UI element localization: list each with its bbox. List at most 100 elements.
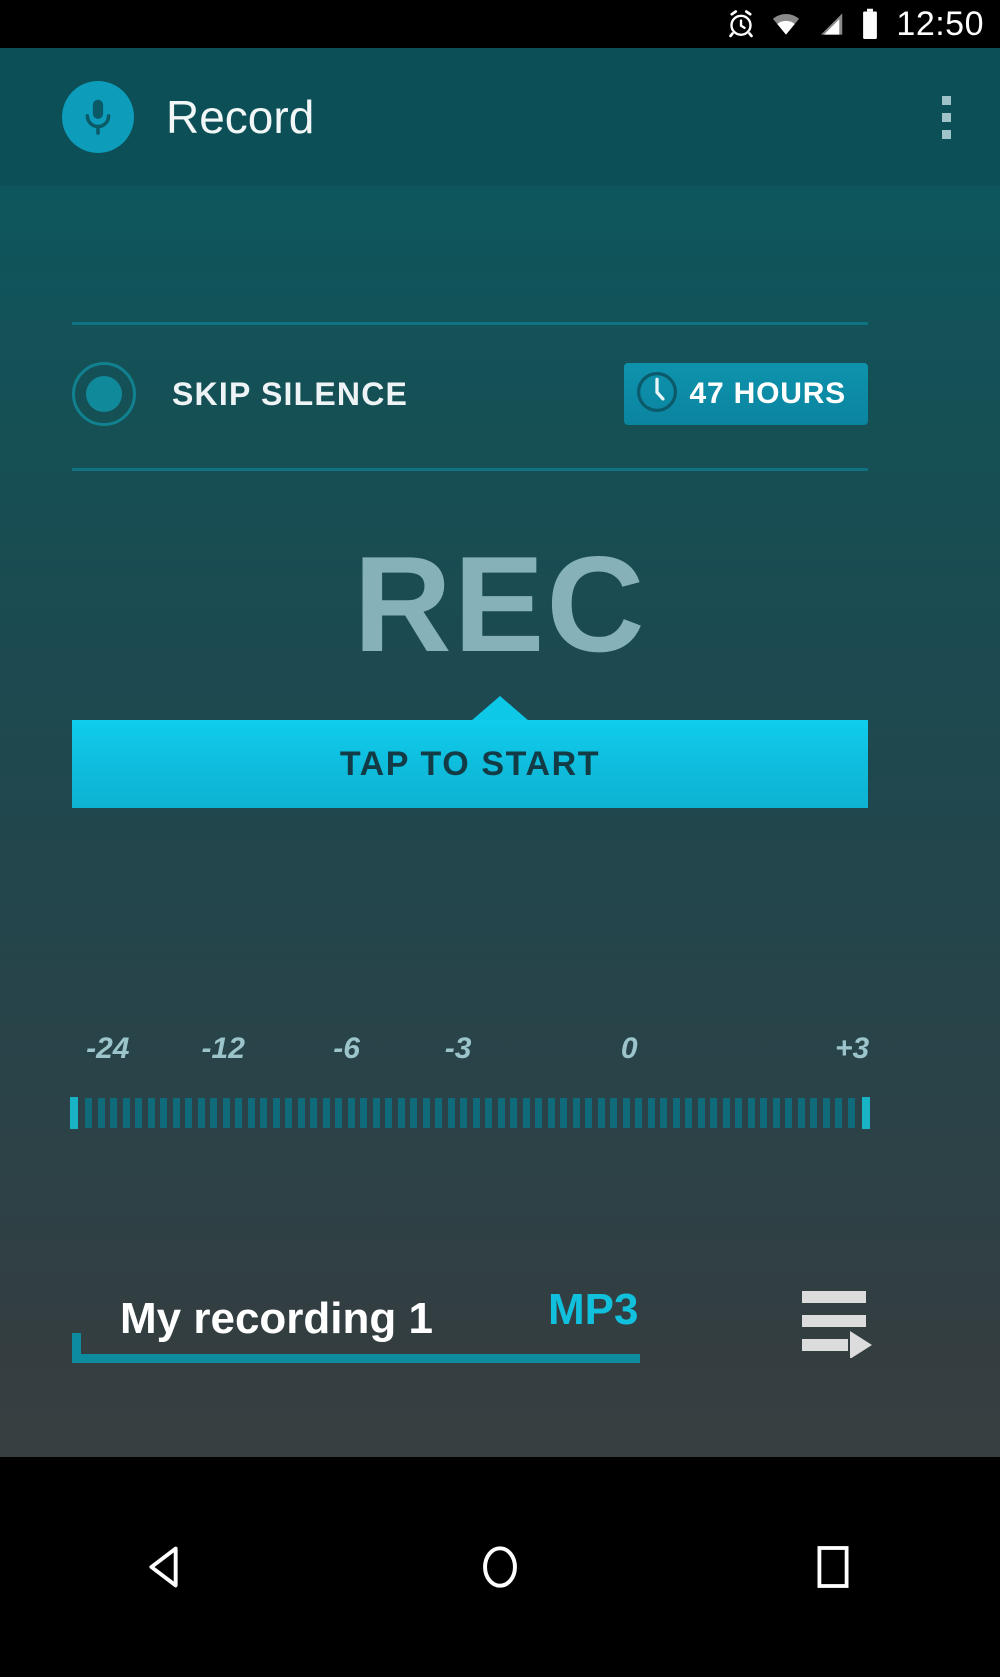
meter-scale-label: 0 xyxy=(620,1032,638,1065)
meter-tick xyxy=(535,1098,542,1128)
meter-tick xyxy=(435,1098,442,1128)
meter-end-right xyxy=(862,1097,870,1129)
meter-tick xyxy=(597,1098,605,1128)
back-triangle-icon xyxy=(149,1546,178,1588)
signal-icon xyxy=(816,9,846,39)
meter-tick xyxy=(810,1098,817,1128)
skip-silence-row: SKIP SILENCE 47 HOURS xyxy=(72,346,868,442)
meter-tick xyxy=(122,1098,130,1128)
phone-screen: 12:50 Record SKIP SILENCE 47 HOURS REC T… xyxy=(0,0,1000,1677)
battery-icon xyxy=(860,8,880,40)
tap-to-start-label: TAP TO START xyxy=(339,745,601,783)
meter-tick xyxy=(97,1098,105,1128)
status-bar: 12:50 xyxy=(0,0,1000,48)
meter-scale-label: +3 xyxy=(834,1032,870,1065)
tap-notch-icon xyxy=(471,696,529,721)
meter-tick xyxy=(772,1098,780,1128)
clock-icon xyxy=(634,369,680,420)
tap-to-start-button[interactable]: TAP TO START xyxy=(72,720,868,808)
meter-tick xyxy=(797,1098,805,1128)
divider-bottom xyxy=(72,468,868,471)
meter-tick xyxy=(222,1098,230,1128)
meter-tick xyxy=(647,1098,655,1128)
recents-square-icon xyxy=(817,1546,849,1588)
meter-tick xyxy=(172,1098,180,1128)
meter-tick xyxy=(185,1098,192,1128)
meter-tick xyxy=(672,1098,680,1128)
file-row: My recording 1 MP3 xyxy=(0,1276,1000,1386)
overflow-dot xyxy=(941,129,951,139)
meter-tick xyxy=(385,1098,392,1128)
meter-scale-label: -24 xyxy=(86,1032,130,1065)
meter-scale-label: -12 xyxy=(201,1032,245,1065)
meter-tick xyxy=(322,1098,330,1128)
meter-tick xyxy=(510,1098,517,1128)
skip-silence-toggle[interactable] xyxy=(72,362,136,426)
meter-tick xyxy=(447,1098,455,1128)
meter-tick xyxy=(585,1098,592,1128)
meter-tick xyxy=(460,1098,467,1128)
meter-tick xyxy=(397,1098,405,1128)
nav-home-button[interactable] xyxy=(333,1457,666,1677)
meter-tick xyxy=(210,1098,217,1128)
home-circle-icon xyxy=(483,1546,517,1588)
meter-tick xyxy=(485,1098,492,1128)
overflow-dot xyxy=(941,95,951,105)
nav-recents-button[interactable] xyxy=(667,1457,1000,1677)
record-status-text: REC xyxy=(353,528,647,680)
playlist-play-icon[interactable] xyxy=(800,1284,880,1359)
meter-tick xyxy=(822,1098,830,1128)
nav-back-button[interactable] xyxy=(0,1457,333,1677)
meter-tick xyxy=(835,1098,842,1128)
meter-tick xyxy=(747,1098,755,1128)
overflow-dot xyxy=(941,112,951,122)
divider-top xyxy=(72,322,868,325)
page-title: Record xyxy=(166,91,315,143)
alarm-icon xyxy=(726,9,756,39)
meter-tick xyxy=(685,1098,692,1128)
meter-tick xyxy=(472,1098,480,1128)
meter-tick xyxy=(247,1098,255,1128)
meter-tick xyxy=(522,1098,530,1128)
meter-tick xyxy=(197,1098,205,1128)
meter-tick xyxy=(372,1098,380,1128)
system-nav-bar xyxy=(0,1457,1000,1677)
meter-tick xyxy=(285,1098,292,1128)
action-bar: Record xyxy=(0,48,1000,186)
meter-tick xyxy=(235,1098,242,1128)
recorder-main: SKIP SILENCE 47 HOURS REC TAP TO START -… xyxy=(0,186,1000,1457)
status-bar-clock: 12:50 xyxy=(896,5,984,43)
toggle-indicator xyxy=(86,376,122,412)
meter-tick xyxy=(410,1098,417,1128)
wifi-icon xyxy=(770,9,802,39)
meter-tick xyxy=(622,1098,630,1128)
meter-tick xyxy=(847,1098,855,1128)
meter-tick xyxy=(272,1098,280,1128)
meter-tick xyxy=(497,1098,505,1128)
meter-tick xyxy=(347,1098,355,1128)
meter-tick xyxy=(560,1098,567,1128)
meter-tick xyxy=(422,1098,430,1128)
meter-tick xyxy=(85,1098,92,1128)
overflow-menu-icon[interactable] xyxy=(916,77,976,157)
meter-tick xyxy=(160,1098,167,1128)
recording-time-label: 47 HOURS xyxy=(689,377,846,410)
meter-tick xyxy=(722,1098,730,1128)
meter-ticks xyxy=(85,1098,855,1128)
meter-tick xyxy=(572,1098,580,1128)
format-selector[interactable]: MP3 xyxy=(548,1288,638,1332)
meter-tick xyxy=(660,1098,667,1128)
meter-scale-label: -3 xyxy=(444,1032,472,1065)
meter-tick xyxy=(710,1098,717,1128)
file-name-underline xyxy=(72,1333,640,1363)
meter-tick xyxy=(785,1098,792,1128)
meter-tick xyxy=(697,1098,705,1128)
microphone-icon xyxy=(62,81,134,153)
meter-scale-label: -6 xyxy=(333,1032,360,1065)
meter-tick xyxy=(297,1098,305,1128)
level-meter xyxy=(70,1096,870,1130)
meter-tick xyxy=(547,1098,555,1128)
meter-tick xyxy=(110,1098,117,1128)
meter-tick xyxy=(335,1098,342,1128)
recording-time-badge[interactable]: 47 HOURS xyxy=(623,363,868,425)
